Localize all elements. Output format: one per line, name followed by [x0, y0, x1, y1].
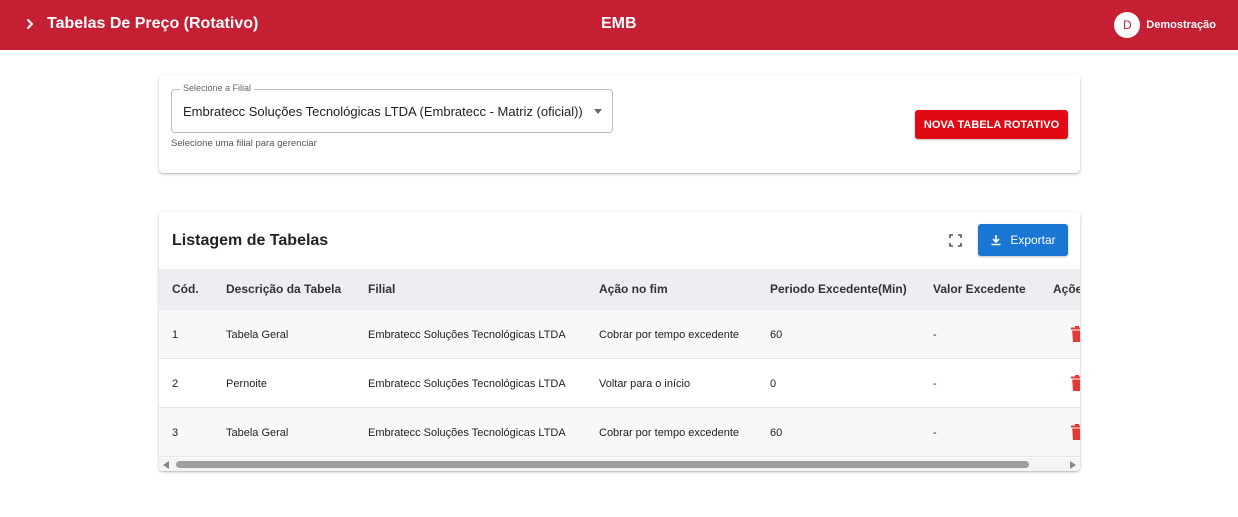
- cell-valor: -: [933, 427, 937, 439]
- column-header-descricao[interactable]: Descrição da Tabela: [226, 282, 341, 296]
- cell-cod: 2: [172, 378, 179, 390]
- tables-list-card: Listagem de Tabelas Exportar Cód. Descri…: [159, 212, 1080, 471]
- table-row: 3 Tabela Geral Embratecc Soluções Tecnol…: [159, 408, 1080, 457]
- column-header-cod[interactable]: Cód.: [172, 282, 199, 296]
- fullscreen-icon[interactable]: [948, 233, 963, 248]
- column-header-periodo[interactable]: Periodo Excedente(Min): [770, 282, 907, 296]
- delete-icon[interactable]: [1071, 375, 1080, 391]
- cell-periodo: 60: [770, 427, 783, 439]
- page-title: Tabelas De Preço (Rotativo): [47, 15, 259, 32]
- horizontal-scrollbar[interactable]: [159, 458, 1080, 471]
- new-rotating-table-button[interactable]: NOVA TABELA ROTATIVO: [915, 110, 1068, 139]
- delete-icon[interactable]: [1071, 424, 1080, 440]
- export-button[interactable]: Exportar: [978, 224, 1068, 256]
- scroll-left-icon[interactable]: [163, 461, 169, 469]
- user-name: Demostração: [1146, 19, 1216, 31]
- branch-select-label: Selecione a Filial: [180, 83, 255, 93]
- user-menu[interactable]: D Demostração: [1114, 12, 1216, 38]
- cell-filial: Embratecc Soluções Tecnológicas LTDA: [368, 427, 566, 439]
- avatar: D: [1114, 12, 1141, 38]
- cell-valor: -: [933, 378, 937, 390]
- caret-down-icon: [594, 109, 602, 114]
- table-header: Cód. Descrição da Tabela Filial Ação no …: [159, 269, 1080, 310]
- brand-name: EMB: [601, 15, 637, 32]
- branch-select-value: Embratecc Soluções Tecnológicas LTDA (Em…: [183, 104, 583, 119]
- branch-select[interactable]: Selecione a Filial Embratecc Soluções Te…: [171, 83, 613, 133]
- scrollbar-thumb[interactable]: [176, 461, 1029, 468]
- table-row: 1 Tabela Geral Embratecc Soluções Tecnol…: [159, 310, 1080, 359]
- column-header-acoes: Açõe: [1053, 282, 1080, 296]
- cell-valor: -: [933, 329, 937, 341]
- export-button-label: Exportar: [1010, 233, 1056, 247]
- column-header-filial[interactable]: Filial: [368, 282, 395, 296]
- cell-acao: Cobrar por tempo excedente: [599, 329, 740, 341]
- app-bar: Tabelas De Preço (Rotativo) EMB D Demost…: [0, 0, 1238, 50]
- scroll-right-icon[interactable]: [1070, 461, 1076, 469]
- cell-acao: Voltar para o início: [599, 378, 691, 390]
- cell-periodo: 0: [770, 378, 777, 390]
- cell-descricao: Tabela Geral: [226, 427, 289, 439]
- cell-cod: 3: [172, 427, 179, 439]
- column-header-valor[interactable]: Valor Excedente: [933, 282, 1026, 296]
- chevron-right-icon[interactable]: [22, 16, 38, 32]
- table-title: Listagem de Tabelas: [172, 232, 329, 249]
- cell-descricao: Tabela Geral: [226, 329, 289, 341]
- cell-cod: 1: [172, 329, 179, 341]
- table-row: 2 Pernoite Embratecc Soluções Tecnológic…: [159, 359, 1080, 408]
- cell-periodo: 60: [770, 329, 783, 341]
- download-icon: [991, 235, 1001, 246]
- filter-card: Selecione a Filial Embratecc Soluções Te…: [159, 75, 1080, 173]
- delete-icon[interactable]: [1071, 326, 1080, 342]
- cell-filial: Embratecc Soluções Tecnológicas LTDA: [368, 378, 566, 390]
- cell-filial: Embratecc Soluções Tecnológicas LTDA: [368, 329, 566, 341]
- cell-descricao: Pernoite: [226, 378, 267, 390]
- cell-acao: Cobrar por tempo excedente: [599, 427, 740, 439]
- branch-select-helper: Selecione uma filial para gerenciar: [171, 138, 317, 149]
- column-header-acao[interactable]: Ação no fim: [599, 282, 668, 296]
